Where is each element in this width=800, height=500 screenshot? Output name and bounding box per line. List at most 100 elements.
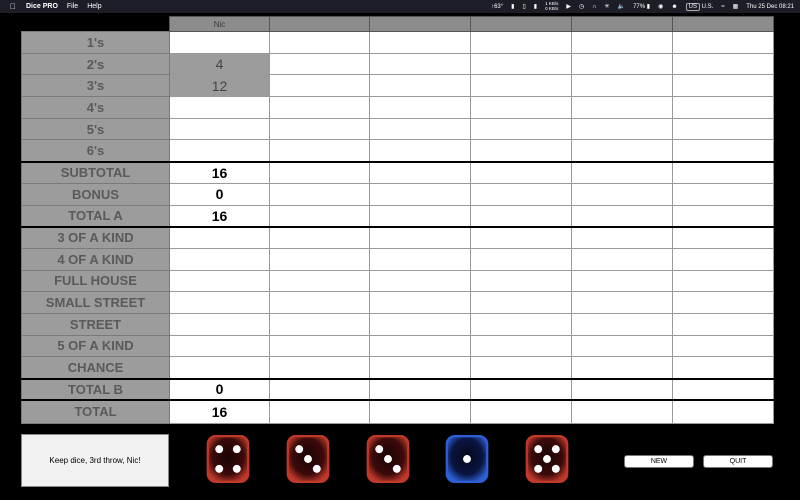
score-cell[interactable] [571,182,673,206]
score-cell[interactable] [169,334,270,358]
score-cell[interactable] [571,399,673,424]
score-cell[interactable] [269,312,370,336]
score-cell[interactable] [269,225,370,249]
score-cell[interactable] [571,269,673,293]
score-cell[interactable] [369,225,471,249]
score-cell[interactable] [470,117,572,141]
score-cell[interactable] [269,399,370,424]
score-cell[interactable] [369,160,471,184]
score-cell[interactable] [269,356,370,379]
apple-logo-icon[interactable]:  [10,2,18,11]
score-cell[interactable] [269,139,370,163]
score-cell[interactable] [169,225,270,249]
score-cell[interactable] [470,139,572,163]
menu-file[interactable]: File [67,3,78,10]
die-1[interactable] [206,434,250,484]
score-cell[interactable] [470,377,572,401]
app-name-menu[interactable]: Dice PRO [26,3,58,10]
score-cell[interactable] [269,291,370,314]
score-cell[interactable] [369,204,471,228]
bluetooth-icon[interactable]: ✳ [605,3,610,10]
score-cell[interactable] [672,52,774,76]
score-cell[interactable] [672,160,774,184]
score-cell[interactable] [470,182,572,206]
volume-icon[interactable]: 🔈 [618,3,625,10]
score-cell[interactable] [672,96,774,119]
score-cell[interactable]: 0 [169,377,270,401]
score-cell[interactable] [470,74,572,98]
score-cell[interactable] [470,225,572,249]
score-cell[interactable] [470,334,572,358]
clock[interactable]: Thu 25 Dec 08:21 [746,4,794,10]
score-cell[interactable] [369,139,471,163]
new-game-button[interactable]: NEW [624,455,694,468]
score-cell[interactable] [369,377,471,401]
score-cell[interactable] [571,247,673,271]
score-cell[interactable] [169,356,270,379]
score-cell[interactable] [571,74,673,98]
menu-help[interactable]: Help [87,3,101,10]
score-cell[interactable] [672,31,774,54]
memory-icon[interactable]: ▯ [522,3,525,10]
score-cell[interactable] [571,204,673,228]
disk-icon[interactable]: ▮ [534,3,537,10]
die-5[interactable] [525,434,569,484]
score-cell[interactable] [672,117,774,141]
score-cell[interactable] [672,334,774,358]
die-3[interactable] [366,434,410,484]
score-cell[interactable] [571,31,673,54]
score-cell[interactable] [571,160,673,184]
score-cell[interactable] [672,74,774,98]
score-cell[interactable] [369,291,471,314]
score-cell[interactable] [470,312,572,336]
input-source[interactable]: US U.S. [685,2,713,11]
score-cell[interactable] [369,74,471,98]
score-cell[interactable] [369,334,471,358]
score-cell[interactable] [672,225,774,249]
score-cell[interactable] [369,312,471,336]
score-cell[interactable] [672,356,774,379]
score-cell[interactable] [369,52,471,76]
quit-button[interactable]: QUIT [703,455,773,468]
score-cell[interactable] [169,96,270,119]
score-cell[interactable] [269,182,370,206]
score-cell[interactable] [369,96,471,119]
score-cell[interactable] [571,52,673,76]
score-cell[interactable] [470,31,572,54]
time-machine-icon[interactable]: ◷ [579,3,584,10]
score-cell[interactable]: 0 [169,182,270,206]
score-cell[interactable] [571,117,673,141]
score-cell[interactable] [369,269,471,293]
die-4[interactable] [445,434,489,484]
score-cell[interactable] [470,399,572,424]
score-cell[interactable] [571,312,673,336]
score-cell[interactable] [269,96,370,119]
score-cell[interactable] [571,96,673,119]
score-cell[interactable] [169,269,270,293]
score-cell[interactable] [470,52,572,76]
score-cell[interactable] [470,96,572,119]
wifi-icon[interactable]: ≈ [721,4,724,10]
score-cell[interactable] [369,356,471,379]
score-cell[interactable] [571,356,673,379]
battery-status[interactable]: 77% ▮ [633,3,650,10]
score-cell[interactable] [169,31,270,54]
score-cell[interactable] [470,204,572,228]
score-cell[interactable] [672,204,774,228]
score-cell[interactable] [269,269,370,293]
control-icon[interactable]: ◉ [658,3,663,10]
score-cell[interactable] [269,334,370,358]
score-cell[interactable] [672,399,774,424]
score-cell[interactable] [672,247,774,271]
score-cell[interactable]: 16 [169,204,270,228]
score-cell[interactable] [369,182,471,206]
score-cell[interactable] [269,74,370,98]
score-cell[interactable] [369,31,471,54]
score-cell[interactable] [571,139,673,163]
airdrop-icon[interactable]: ∩ [592,4,596,10]
score-cell[interactable] [571,291,673,314]
score-cell[interactable] [269,52,370,76]
score-cell[interactable] [571,377,673,401]
score-cell[interactable] [369,247,471,271]
score-cell[interactable] [672,269,774,293]
